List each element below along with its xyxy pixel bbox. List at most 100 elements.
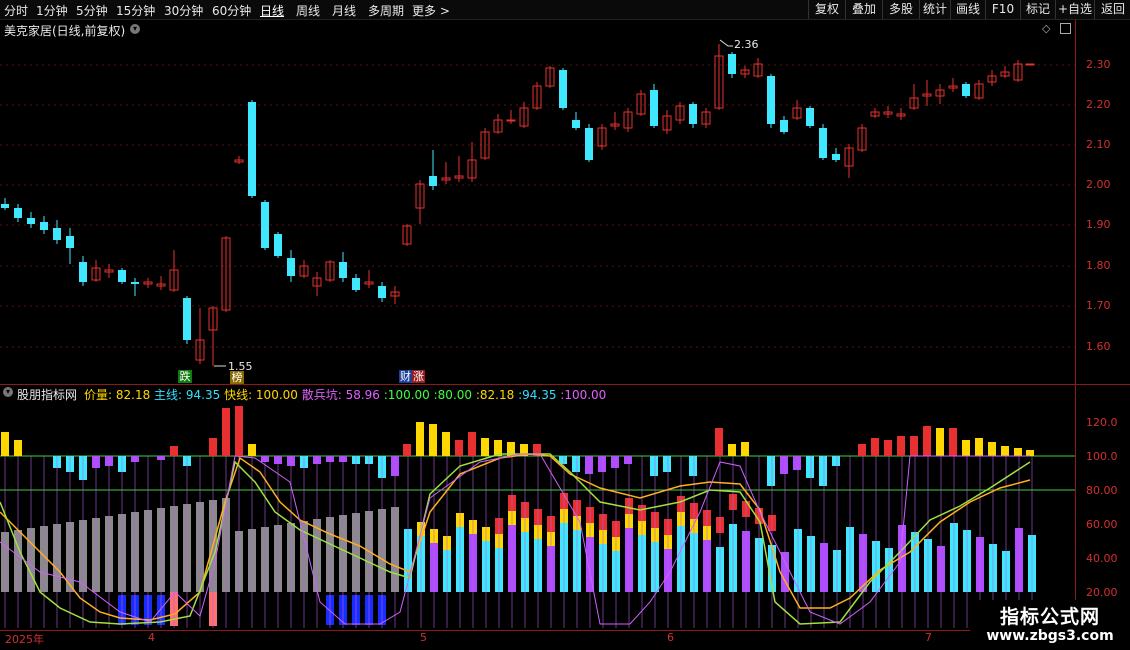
price-tick: 1.60 [1086,340,1111,353]
histogram-bar [806,456,814,478]
histogram-bar [14,440,22,456]
candle-body [506,119,516,122]
histogram-bar [403,444,411,456]
candle-body [1025,63,1035,66]
histogram-bar [767,456,775,486]
indicator-value: :94.35 [518,388,561,402]
candle-body [53,228,61,240]
histogram-bar [988,442,996,456]
tab-5min[interactable]: 5分钟 [76,2,108,19]
candlestick-chart[interactable] [0,20,1075,384]
histogram-bar [780,456,788,474]
histogram-bar [429,424,437,456]
tab-daily[interactable]: 日线 [260,2,284,19]
price-tick: 2.10 [1086,138,1111,151]
histogram-bar [455,440,463,456]
indicator-value: :100.00 [383,388,434,402]
histogram-bar [884,440,892,456]
candle-body [806,108,814,126]
indicator-value: 快线: 100.00 [224,388,302,402]
multi-stock-button[interactable]: 多股 [882,0,919,19]
histogram-bar [598,456,606,472]
candle-body [27,218,35,224]
histogram-bar [442,432,450,456]
tab-more[interactable]: 更多 > [412,2,450,19]
tab-30min[interactable]: 30分钟 [164,2,203,19]
date-label: 4 [148,631,155,644]
histogram-bar [689,456,697,476]
draw-button[interactable]: 画线 [950,0,985,19]
candle-body [819,128,827,158]
candle-body [79,262,87,282]
axis-divider [1075,20,1076,650]
date-label: 6 [667,631,674,644]
back-button[interactable]: 返回 [1094,0,1130,19]
overlay-button[interactable]: 叠加 [845,0,882,19]
indicator-tick: 40.00 [1086,552,1118,565]
histogram-bar [248,444,256,456]
indicator-name[interactable]: 股朋指标网 [17,386,77,403]
marker-rise[interactable]: 涨 [412,370,425,383]
watermark: 指标公式网 www.zbgs3.com [970,600,1130,650]
tab-monthly[interactable]: 月线 [332,2,356,19]
histogram-bar [663,456,671,472]
candle-body [131,282,139,284]
chevron-down-icon[interactable]: ▾ [3,387,13,397]
tab-1min[interactable]: 1分钟 [36,2,68,19]
histogram-bar [222,408,230,456]
price-tick: 1.80 [1086,259,1111,272]
candle-body [40,222,48,230]
panel-divider[interactable] [0,384,1130,385]
candle-body [585,128,593,160]
tab-15min[interactable]: 15分钟 [116,2,155,19]
tab-weekly[interactable]: 周线 [296,2,320,19]
candle-body [689,104,697,124]
histogram-bar [910,436,918,456]
histogram-bar [715,428,723,456]
marker-rank[interactable]: 榜 [230,371,244,384]
histogram-bar [858,444,866,456]
histogram-bar [1026,450,1034,456]
date-label: 5 [420,631,427,644]
indicator-chart[interactable] [0,402,1075,630]
indicator-value: :80.00 [433,388,476,402]
candle-body [728,54,736,74]
candle-body [1,204,9,208]
indicator-value: :100.00 [560,388,607,402]
tab-fenshi[interactable]: 分时 [4,2,28,19]
price-tick: 1.90 [1086,218,1111,231]
candle-body [352,278,360,290]
indicator-tick: 100.0 [1086,450,1118,463]
stats-button[interactable]: 统计 [919,0,950,19]
mark-button[interactable]: 标记 [1020,0,1055,19]
histogram-bar [416,422,424,456]
indicator-value: 主线: 94.35 [154,388,225,402]
marker-finance[interactable]: 财 [399,370,412,383]
candle-body [339,262,347,278]
candle-body [14,208,22,218]
histogram-bar [572,456,580,472]
histogram-bar [624,456,632,464]
histogram-bar [650,456,658,476]
price-tick: 2.00 [1086,178,1111,191]
candle-body [183,298,191,340]
histogram-bar [819,456,827,486]
f10-button[interactable]: F10 [985,0,1020,19]
histogram-bar [871,438,879,456]
tab-multi-period[interactable]: 多周期 [368,2,404,19]
histogram-bar [728,444,736,456]
tab-60min[interactable]: 60分钟 [212,2,251,19]
candle-body [66,236,74,248]
indicator-value: 散兵坑: 58.96 [301,388,384,402]
histogram-bar [936,428,944,456]
candle-body [248,102,256,196]
indicator-header: ▾ 股朋指标网 价量: 82.18 主线: 94.35 快线: 100.00 散… [0,386,1075,402]
histogram-bar [209,438,217,456]
candle-body [274,234,282,256]
add-watchlist-button[interactable]: +自选 [1055,0,1094,19]
histogram-bar [962,440,970,456]
adjust-button[interactable]: 复权 [808,0,845,19]
histogram-bar [949,428,957,456]
histogram-bar [832,456,840,466]
marker-drop[interactable]: 跌 [178,370,192,383]
